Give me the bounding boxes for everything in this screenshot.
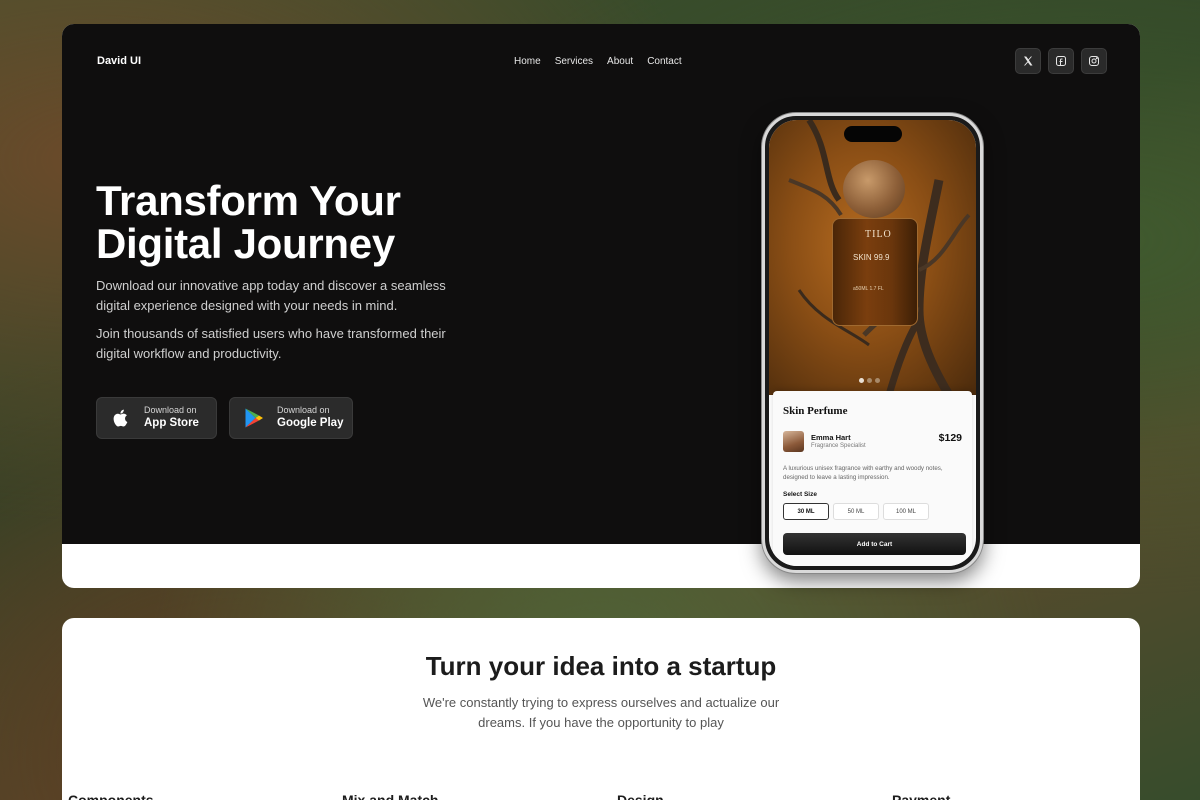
nav-home[interactable]: Home	[514, 56, 541, 67]
dynamic-island	[844, 126, 902, 142]
phone-mockup: TILO SKIN 99.9 a50ML 1.7 FL Skin Perfume…	[762, 113, 983, 573]
feature-mix-and-match: Mix and Match	[342, 792, 439, 800]
hero-paragraph-1: Download our innovative app today and di…	[96, 278, 446, 313]
size-option-30ml[interactable]: 30 ML	[783, 503, 829, 520]
app-store-small: Download on	[144, 405, 197, 415]
nav-contact[interactable]: Contact	[647, 56, 681, 67]
app-store-button[interactable]: Download on App Store	[96, 397, 217, 439]
carousel-dots[interactable]	[859, 378, 880, 383]
product-photo: TILO SKIN 99.9 a50ML 1.7 FL	[769, 120, 976, 395]
carousel-dot[interactable]	[875, 378, 880, 383]
bottle-cap	[843, 160, 905, 218]
size-options: 30 ML 50 ML 100 ML	[783, 503, 929, 520]
nav-about[interactable]: About	[607, 56, 633, 67]
hero-paragraph-2: Join thousands of satisfied users who ha…	[96, 326, 446, 361]
product-title: Skin Perfume	[783, 405, 848, 417]
google-play-button[interactable]: Download on Google Play	[229, 397, 353, 439]
bottle-volume: a50ML 1.7 FL	[853, 286, 884, 292]
instagram-button[interactable]	[1081, 48, 1107, 74]
feature-payment: Payment	[892, 792, 951, 800]
x-button[interactable]	[1015, 48, 1041, 74]
section-subtitle: We're constantly trying to express ourse…	[422, 695, 780, 730]
brand-logo[interactable]: David UI	[97, 55, 141, 67]
perfume-bottle: TILO SKIN 99.9 a50ML 1.7 FL	[832, 218, 918, 326]
product-description: A luxurious unisex fragrance with earthy…	[783, 465, 943, 481]
features-section: Turn your idea into a startup We're cons…	[62, 618, 1140, 800]
hero-card: David UI Home Services About Contact Tra…	[62, 24, 1140, 588]
bottle-brand: TILO	[865, 229, 892, 240]
app-store-label: App Store	[144, 417, 199, 429]
phone-screen: TILO SKIN 99.9 a50ML 1.7 FL Skin Perfume…	[769, 120, 976, 566]
instagram-icon	[1089, 56, 1099, 66]
carousel-dot[interactable]	[867, 378, 872, 383]
product-sheet: Skin Perfume Emma Hart Fragrance Special…	[773, 391, 972, 566]
facebook-icon	[1056, 56, 1066, 66]
main-nav: Home Services About Contact	[514, 56, 682, 67]
carousel-dot[interactable]	[859, 378, 864, 383]
size-option-50ml[interactable]: 50 ML	[833, 503, 879, 520]
x-icon	[1024, 56, 1033, 66]
feature-components: Components	[68, 792, 154, 800]
google-play-small: Download on	[277, 405, 330, 415]
size-label: Select Size	[783, 491, 817, 498]
seller-avatar	[783, 431, 804, 452]
social-links	[1015, 48, 1107, 74]
product-price: $129	[938, 432, 962, 444]
section-title: Turn your idea into a startup	[425, 651, 777, 681]
seller-role: Fragrance Specialist	[811, 443, 866, 449]
apple-icon	[109, 406, 133, 430]
bottle-label: SKIN 99.9	[853, 253, 890, 262]
size-option-100ml[interactable]: 100 ML	[883, 503, 929, 520]
google-play-label: Google Play	[277, 417, 344, 429]
headline-line-1: Transform Your	[96, 177, 401, 224]
hero-headline: Transform Your Digital Journey	[96, 179, 516, 265]
seller-name: Emma Hart	[811, 433, 851, 442]
feature-design: Design	[617, 792, 664, 800]
headline-line-2: Digital Journey	[96, 220, 395, 267]
add-to-cart-button[interactable]: Add to Cart	[783, 533, 966, 555]
google-play-icon	[242, 406, 266, 430]
facebook-button[interactable]	[1048, 48, 1074, 74]
nav-services[interactable]: Services	[555, 56, 593, 67]
